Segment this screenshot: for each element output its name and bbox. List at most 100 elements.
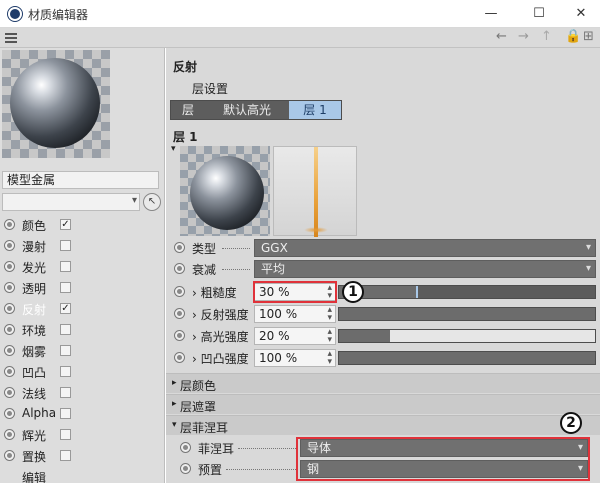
radio-icon[interactable] <box>180 463 191 474</box>
channel-checkbox[interactable] <box>60 408 71 419</box>
left-panel: 模型金属 ▾ ↖ 颜色 ✓ 漫射 发光 透明 反射 ✓ 环境 烟雾 凹凸 法线 Al… <box>0 48 165 483</box>
group-layer-color[interactable]: ▸ 层颜色 <box>166 373 600 393</box>
radio-icon[interactable] <box>174 263 185 274</box>
callout-2: 2 <box>560 412 582 434</box>
tab-default-specular[interactable]: 默认高光 <box>205 101 289 119</box>
group-layer-fresnel[interactable]: ▾ 层菲涅耳 <box>166 415 600 435</box>
right-panel: 反射 层设置 层 默认高光 层 1 层 1 ▾ 类型 GGX ▾ 衰减 平均 ▾ ›… <box>166 48 600 483</box>
channel-fog[interactable]: 烟雾 <box>0 340 164 361</box>
radio-icon <box>4 303 15 314</box>
channel-color[interactable]: 颜色 ✓ <box>0 214 164 235</box>
channel-normal[interactable]: 法线 <box>0 382 164 403</box>
up-arrow-icon[interactable]: ↑ <box>541 29 552 44</box>
forward-arrow-icon[interactable]: → <box>518 29 529 44</box>
channel-checkbox[interactable]: ✓ <box>60 303 71 314</box>
minimize-button[interactable]: — <box>476 3 506 25</box>
material-name-field[interactable]: 模型金属 <box>2 171 159 189</box>
channel-diffuse[interactable]: 漫射 <box>0 235 164 256</box>
bump-strength-slider[interactable] <box>338 351 596 365</box>
specular-strength-input[interactable]: 20 % ▴ ▾ <box>254 327 336 345</box>
slider-rest <box>390 330 595 342</box>
channel-environment[interactable]: 环境 <box>0 319 164 340</box>
spinner-icon[interactable]: ▴ ▾ <box>327 350 332 367</box>
specular-strength-row: › 高光强度 20 % ▴ ▾ <box>166 326 600 346</box>
channel-transparency[interactable]: 透明 <box>0 277 164 298</box>
layer-preview[interactable] <box>180 146 270 236</box>
maximize-button[interactable]: ☐ <box>524 3 554 25</box>
radio-icon[interactable] <box>174 286 185 297</box>
radio-icon <box>4 219 15 230</box>
channel-checkbox[interactable] <box>60 387 71 398</box>
reflect-strength-slider[interactable] <box>338 307 596 321</box>
slider-fill <box>339 352 595 364</box>
radio-icon <box>4 450 15 461</box>
chevron-right-icon: ▸ <box>172 399 177 409</box>
spinner-icon[interactable]: ▴ ▾ <box>327 306 332 323</box>
radio-icon[interactable] <box>174 330 185 341</box>
material-select[interactable]: ▾ <box>2 193 140 211</box>
radio-icon <box>4 408 15 419</box>
radio-icon <box>4 429 15 440</box>
reflect-strength-input[interactable]: 100 % ▴ ▾ <box>254 305 336 323</box>
collapse-arrow-icon[interactable]: ▾ <box>171 144 176 154</box>
radio-icon[interactable] <box>174 352 185 363</box>
material-preview[interactable] <box>2 50 110 158</box>
lock-icon[interactable]: 🔒 <box>565 29 581 44</box>
specular-curve <box>314 147 318 237</box>
radio-icon <box>4 345 15 356</box>
channel-checkbox[interactable] <box>60 450 71 461</box>
channel-alpha[interactable]: Alpha <box>0 403 164 424</box>
callout-1: 1 <box>342 281 364 303</box>
cinema4d-app-icon <box>8 7 22 21</box>
tab-layer-1[interactable]: 层 1 <box>289 101 341 119</box>
radio-icon[interactable] <box>174 242 185 253</box>
specular-strength-slider[interactable] <box>338 329 596 343</box>
channel-checkbox[interactable]: ✓ <box>60 219 71 230</box>
channel-displacement[interactable]: 置换 <box>0 445 164 466</box>
layer-tabs: 层 默认高光 层 1 <box>170 100 342 120</box>
radio-icon <box>4 366 15 377</box>
channel-editor[interactable]: 编辑 <box>0 466 164 483</box>
window-title: 材质编辑器 <box>28 8 89 22</box>
group-layer-mask[interactable]: ▸ 层遮罩 <box>166 394 600 414</box>
highlight-box-fresnel <box>296 437 590 481</box>
specular-preview <box>273 146 357 237</box>
menu-bar: ← → ↑ 🔒 ⊞ <box>0 28 600 48</box>
channel-checkbox[interactable] <box>60 240 71 251</box>
channel-luminance[interactable]: 发光 <box>0 256 164 277</box>
back-arrow-icon[interactable]: ← <box>496 29 507 44</box>
new-window-icon[interactable]: ⊞ <box>583 29 594 44</box>
falloff-row: 衰减 平均 ▾ <box>166 259 600 279</box>
bump-strength-input[interactable]: 100 % ▴ ▾ <box>254 349 336 367</box>
slider-fill <box>339 308 595 320</box>
title-bar: 材质编辑器 — ☐ ✕ <box>0 0 600 28</box>
slider-fill <box>339 330 390 342</box>
radio-icon[interactable] <box>174 308 185 319</box>
radio-icon[interactable] <box>180 442 191 453</box>
close-button[interactable]: ✕ <box>566 3 596 25</box>
channel-checkbox[interactable] <box>60 345 71 356</box>
bump-strength-row: › 凹凸强度 100 % ▴ ▾ <box>166 348 600 368</box>
channel-checkbox[interactable] <box>60 324 71 335</box>
channel-glow[interactable]: 辉光 <box>0 424 164 445</box>
chevron-down-icon: ▾ <box>585 242 591 253</box>
highlight-box-roughness <box>253 281 337 303</box>
channel-checkbox[interactable] <box>60 282 71 293</box>
spinner-icon[interactable]: ▴ ▾ <box>327 328 332 345</box>
type-row: 类型 GGX ▾ <box>166 238 600 258</box>
tab-layer[interactable]: 层 <box>171 101 205 119</box>
material-sphere <box>10 58 100 148</box>
falloff-dropdown[interactable]: 平均 ▾ <box>254 260 596 278</box>
slider-handle[interactable] <box>416 286 418 298</box>
radio-icon <box>4 324 15 335</box>
menu-icon[interactable] <box>5 33 17 43</box>
channel-checkbox[interactable] <box>60 366 71 377</box>
channel-checkbox[interactable] <box>60 261 71 272</box>
picker-button[interactable]: ↖ <box>143 193 161 211</box>
specular-base <box>304 227 328 233</box>
channel-bump[interactable]: 凹凸 <box>0 361 164 382</box>
roughness-slider[interactable] <box>338 285 596 299</box>
channel-reflectance[interactable]: 反射 ✓ <box>0 298 164 319</box>
channel-checkbox[interactable] <box>60 429 71 440</box>
type-dropdown[interactable]: GGX ▾ <box>254 239 596 257</box>
